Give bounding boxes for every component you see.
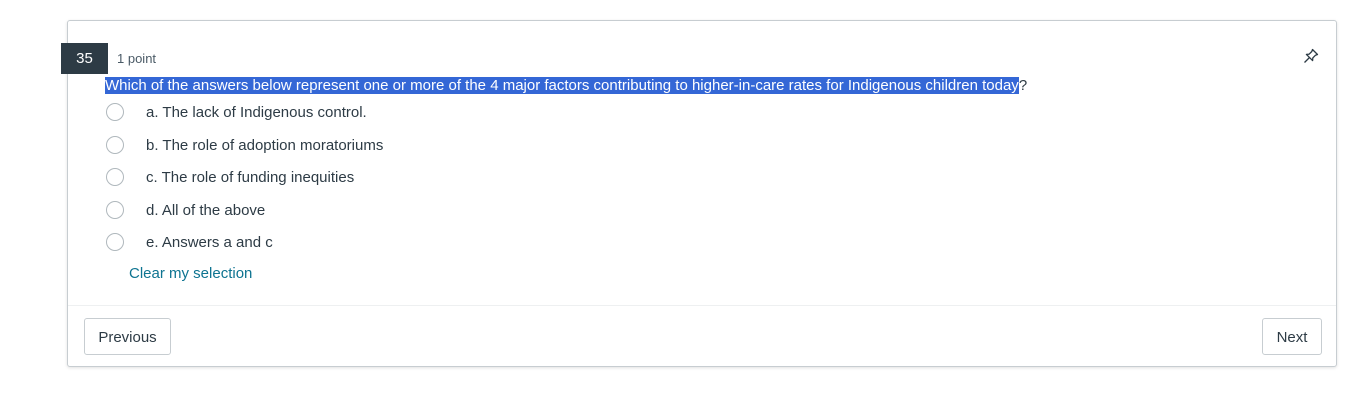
footer-divider [68, 305, 1336, 306]
radio-button[interactable] [106, 103, 124, 121]
question-text: Which of the answers below represent one… [105, 76, 1027, 96]
answer-label: d. All of the above [146, 201, 266, 219]
answer-option-d[interactable]: d. All of the above [105, 198, 705, 231]
question-number-badge: 35 [61, 43, 108, 74]
next-button[interactable]: Next [1262, 318, 1322, 355]
answer-option-b[interactable]: b. The role of adoption moratoriums [105, 133, 705, 166]
answer-option-c[interactable]: c. The role of funding inequities [105, 165, 705, 198]
radio-button[interactable] [106, 135, 124, 154]
radio-button[interactable] [106, 168, 124, 186]
clear-selection-link[interactable]: Clear my selection [129, 265, 252, 282]
answer-label: c. The role of funding inequities [146, 169, 355, 186]
answer-label: b. The role of adoption moratoriums [146, 136, 384, 154]
question-points: 1 point [117, 51, 157, 66]
question-text-selected: Which of the answers below represent one… [105, 77, 1019, 94]
pin-icon[interactable] [1302, 47, 1320, 65]
answer-option-a[interactable]: a. The lack of Indigenous control. [105, 100, 705, 133]
answer-label: a. The lack of Indigenous control. [146, 104, 367, 121]
question-text-trailing: ? [1018, 77, 1028, 94]
radio-button[interactable] [106, 200, 124, 219]
previous-button[interactable]: Previous [84, 318, 171, 355]
answer-option-e[interactable]: e. Answers a and c [105, 230, 705, 263]
radio-button[interactable] [106, 233, 124, 251]
answer-list: a. The lack of Indigenous control. b. Th… [105, 100, 705, 263]
answer-label: e. Answers a and c [146, 234, 273, 251]
